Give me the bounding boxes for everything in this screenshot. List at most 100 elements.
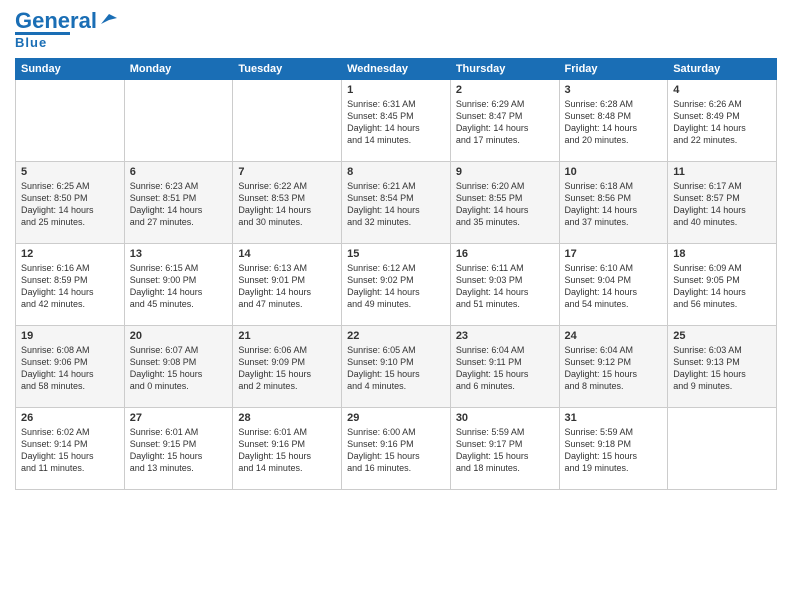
header-cell-tuesday: Tuesday xyxy=(233,59,342,80)
header-cell-monday: Monday xyxy=(124,59,233,80)
week-row-4: 19Sunrise: 6:08 AM Sunset: 9:06 PM Dayli… xyxy=(16,326,777,408)
day-cell: 8Sunrise: 6:21 AM Sunset: 8:54 PM Daylig… xyxy=(342,162,451,244)
day-number: 20 xyxy=(130,330,228,342)
day-cell: 30Sunrise: 5:59 AM Sunset: 9:17 PM Dayli… xyxy=(450,408,559,490)
day-info: Sunrise: 6:23 AM Sunset: 8:51 PM Dayligh… xyxy=(130,180,228,229)
day-cell: 22 Sunrise: 6:05 AM Sunset: 9:10 PM Dayli… xyxy=(342,326,451,408)
day-number: 9 xyxy=(456,166,554,178)
day-number: 16 xyxy=(456,248,554,260)
day-number: 26 xyxy=(21,412,119,424)
day-cell: 13 Sunrise: 6:15 AM Sunset: 9:00 PM Dayli… xyxy=(124,244,233,326)
day-cell xyxy=(233,80,342,162)
day-info: Sunrise: 6:03 AM Sunset: 9:13 PM Dayligh… xyxy=(673,344,771,393)
day-info: Sunrise: 5:59 AM Sunset: 9:18 PM Dayligh… xyxy=(565,426,663,475)
day-cell: 10 Sunrise: 6:18 AM Sunset: 8:56 PM Dayli… xyxy=(559,162,668,244)
day-info: Sunrise: 6:20 AM Sunset: 8:55 PM Dayligh… xyxy=(456,180,554,229)
day-cell: 7 Sunrise: 6:22 AM Sunset: 8:53 PM Daylig… xyxy=(233,162,342,244)
day-number: 2 xyxy=(456,84,554,96)
day-cell xyxy=(124,80,233,162)
day-info: Sunrise: 6:29 AM Sunset: 8:47 PM Dayligh… xyxy=(456,98,554,147)
day-number: 7 xyxy=(238,166,336,178)
day-info: Sunrise: 6:04 AM Sunset: 9:11 PM Dayligh… xyxy=(456,344,554,393)
day-cell: 25 Sunrise: 6:03 AM Sunset: 9:13 PM Dayli… xyxy=(668,326,777,408)
logo-blue-text: Blue xyxy=(15,35,70,50)
day-cell: 14Sunrise: 6:13 AM Sunset: 9:01 PM Dayli… xyxy=(233,244,342,326)
day-number: 25 xyxy=(673,330,771,342)
day-info: Sunrise: 6:08 AM Sunset: 9:06 PM Dayligh… xyxy=(21,344,119,393)
day-info: Sunrise: 6:07 AM Sunset: 9:08 PM Dayligh… xyxy=(130,344,228,393)
day-info: Sunrise: 6:01 AM Sunset: 9:15 PM Dayligh… xyxy=(130,426,228,475)
day-cell: 4 Sunrise: 6:26 AM Sunset: 8:49 PM Daylig… xyxy=(668,80,777,162)
day-info: Sunrise: 6:26 AM Sunset: 8:49 PM Dayligh… xyxy=(673,98,771,147)
day-cell: 18 Sunrise: 6:09 AM Sunset: 9:05 PM Dayli… xyxy=(668,244,777,326)
day-info: Sunrise: 6:01 AM Sunset: 9:16 PM Dayligh… xyxy=(238,426,336,475)
day-info: Sunrise: 6:05 AM Sunset: 9:10 PM Dayligh… xyxy=(347,344,445,393)
day-cell: 9 Sunrise: 6:20 AM Sunset: 8:55 PM Daylig… xyxy=(450,162,559,244)
day-number: 10 xyxy=(565,166,663,178)
page: General Blue SundayMondayTuesdayWednesda… xyxy=(0,0,792,612)
day-number: 28 xyxy=(238,412,336,424)
day-cell: 3 Sunrise: 6:28 AM Sunset: 8:48 PM Daylig… xyxy=(559,80,668,162)
day-number: 11 xyxy=(673,166,771,178)
day-number: 23 xyxy=(456,330,554,342)
week-row-3: 12Sunrise: 6:16 AM Sunset: 8:59 PM Dayli… xyxy=(16,244,777,326)
day-info: Sunrise: 6:22 AM Sunset: 8:53 PM Dayligh… xyxy=(238,180,336,229)
day-cell: 21 Sunrise: 6:06 AM Sunset: 9:09 PM Dayli… xyxy=(233,326,342,408)
day-cell: 23 Sunrise: 6:04 AM Sunset: 9:11 PM Dayli… xyxy=(450,326,559,408)
day-cell: 20 Sunrise: 6:07 AM Sunset: 9:08 PM Dayli… xyxy=(124,326,233,408)
header-cell-thursday: Thursday xyxy=(450,59,559,80)
logo: General Blue xyxy=(15,10,117,50)
header-cell-saturday: Saturday xyxy=(668,59,777,80)
day-info: Sunrise: 6:31 AM Sunset: 8:45 PM Dayligh… xyxy=(347,98,445,147)
logo-bird-icon xyxy=(99,10,117,28)
week-row-1: 1Sunrise: 6:31 AM Sunset: 8:45 PM Daylig… xyxy=(16,80,777,162)
day-number: 29 xyxy=(347,412,445,424)
day-info: Sunrise: 6:15 AM Sunset: 9:00 PM Dayligh… xyxy=(130,262,228,311)
day-number: 24 xyxy=(565,330,663,342)
day-number: 6 xyxy=(130,166,228,178)
day-info: Sunrise: 6:21 AM Sunset: 8:54 PM Dayligh… xyxy=(347,180,445,229)
day-info: Sunrise: 6:25 AM Sunset: 8:50 PM Dayligh… xyxy=(21,180,119,229)
day-cell: 29 Sunrise: 6:00 AM Sunset: 9:16 PM Dayli… xyxy=(342,408,451,490)
day-number: 5 xyxy=(21,166,119,178)
day-cell: 19Sunrise: 6:08 AM Sunset: 9:06 PM Dayli… xyxy=(16,326,125,408)
day-number: 15 xyxy=(347,248,445,260)
day-number: 13 xyxy=(130,248,228,260)
day-info: Sunrise: 6:00 AM Sunset: 9:16 PM Dayligh… xyxy=(347,426,445,475)
day-number: 3 xyxy=(565,84,663,96)
day-cell: 1Sunrise: 6:31 AM Sunset: 8:45 PM Daylig… xyxy=(342,80,451,162)
day-cell: 28 Sunrise: 6:01 AM Sunset: 9:16 PM Dayli… xyxy=(233,408,342,490)
day-cell: 11Sunrise: 6:17 AM Sunset: 8:57 PM Dayli… xyxy=(668,162,777,244)
week-row-2: 5 Sunrise: 6:25 AM Sunset: 8:50 PM Daylig… xyxy=(16,162,777,244)
day-cell: 6 Sunrise: 6:23 AM Sunset: 8:51 PM Daylig… xyxy=(124,162,233,244)
day-info: Sunrise: 6:13 AM Sunset: 9:01 PM Dayligh… xyxy=(238,262,336,311)
day-cell: 24Sunrise: 6:04 AM Sunset: 9:12 PM Dayli… xyxy=(559,326,668,408)
day-info: Sunrise: 6:06 AM Sunset: 9:09 PM Dayligh… xyxy=(238,344,336,393)
day-cell: 27Sunrise: 6:01 AM Sunset: 9:15 PM Dayli… xyxy=(124,408,233,490)
calendar-table: SundayMondayTuesdayWednesdayThursdayFrid… xyxy=(15,58,777,490)
day-cell xyxy=(16,80,125,162)
day-number: 21 xyxy=(238,330,336,342)
header: General Blue xyxy=(15,10,777,50)
day-info: Sunrise: 6:11 AM Sunset: 9:03 PM Dayligh… xyxy=(456,262,554,311)
day-info: Sunrise: 6:18 AM Sunset: 8:56 PM Dayligh… xyxy=(565,180,663,229)
day-number: 22 xyxy=(347,330,445,342)
day-number: 4 xyxy=(673,84,771,96)
day-cell: 12Sunrise: 6:16 AM Sunset: 8:59 PM Dayli… xyxy=(16,244,125,326)
header-cell-wednesday: Wednesday xyxy=(342,59,451,80)
day-info: Sunrise: 6:28 AM Sunset: 8:48 PM Dayligh… xyxy=(565,98,663,147)
week-row-5: 26Sunrise: 6:02 AM Sunset: 9:14 PM Dayli… xyxy=(16,408,777,490)
day-number: 18 xyxy=(673,248,771,260)
day-number: 31 xyxy=(565,412,663,424)
header-cell-sunday: Sunday xyxy=(16,59,125,80)
day-cell: 15Sunrise: 6:12 AM Sunset: 9:02 PM Dayli… xyxy=(342,244,451,326)
day-cell: 16 Sunrise: 6:11 AM Sunset: 9:03 PM Dayli… xyxy=(450,244,559,326)
day-info: Sunrise: 6:09 AM Sunset: 9:05 PM Dayligh… xyxy=(673,262,771,311)
header-cell-friday: Friday xyxy=(559,59,668,80)
logo-text: General xyxy=(15,10,97,32)
day-cell xyxy=(668,408,777,490)
day-cell: 31 Sunrise: 5:59 AM Sunset: 9:18 PM Dayli… xyxy=(559,408,668,490)
day-cell: 2 Sunrise: 6:29 AM Sunset: 8:47 PM Daylig… xyxy=(450,80,559,162)
day-cell: 17Sunrise: 6:10 AM Sunset: 9:04 PM Dayli… xyxy=(559,244,668,326)
day-info: Sunrise: 6:10 AM Sunset: 9:04 PM Dayligh… xyxy=(565,262,663,311)
